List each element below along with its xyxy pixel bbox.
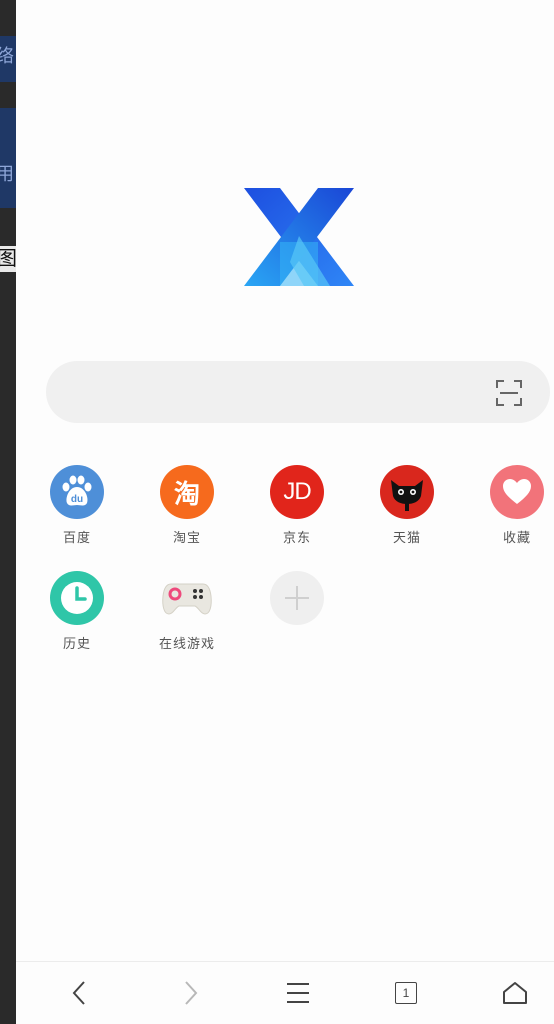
shortcut-taobao[interactable]: 淘 淘宝 [132,465,242,546]
tabs-button[interactable]: 1 [389,976,423,1010]
gamepad-icon [160,571,214,625]
background-app-strip: 络 用 图 [0,0,16,1024]
taobao-glyph: 淘 [173,479,200,510]
home-button[interactable] [498,976,532,1010]
shortcut-label: 淘宝 [172,530,201,545]
shortcut-jd[interactable]: JD 京东 [242,465,352,546]
shortcut-label: 天猫 [392,530,421,545]
chevron-left-icon [72,981,85,1005]
shortcut-label: 在线游戏 [158,636,215,651]
back-button[interactable] [62,976,96,1010]
jd-glyph: JD [283,478,311,505]
shortcut-label: 历史 [62,636,91,651]
shortcut-tmall[interactable]: 天猫 [352,465,462,546]
shortcut-history[interactable]: 历史 [22,571,132,652]
shortcut-baidu[interactable]: du 百度 [22,465,132,546]
plus-icon [270,571,324,625]
heart-icon [490,465,544,519]
tabs-count: 1 [402,986,410,1000]
background-fragment: 络 [0,36,16,82]
svg-text:du: du [71,494,83,505]
background-fragment: 用 [0,108,16,208]
tmall-icon [380,465,434,519]
chevron-right-icon [185,981,198,1005]
clock-icon [50,571,104,625]
taobao-icon: 淘 [160,465,214,519]
background-fragment: 图 [0,246,16,272]
browser-home-page: du 百度 淘 淘宝 JD 京东 天猫 收藏 历史 在线游戏 1 [16,0,554,1024]
tabs-icon: 1 [395,982,417,1004]
search-input[interactable] [70,361,474,425]
search-bar[interactable] [46,361,550,425]
jd-icon: JD [270,465,324,519]
bottom-nav-bar: 1 [16,961,554,1024]
home-icon [503,982,527,1004]
forward-button[interactable] [174,976,208,1010]
menu-button[interactable] [281,976,315,1010]
shortcut-label: 收藏 [502,530,531,545]
add-shortcut-button[interactable] [242,571,352,633]
browser-logo [244,188,354,286]
shortcut-label: 百度 [62,530,91,545]
shortcut-label: 京东 [282,530,311,545]
shortcut-online-games[interactable]: 在线游戏 [132,571,242,652]
scan-icon[interactable] [496,380,522,406]
baidu-icon: du [50,465,104,519]
menu-icon [287,983,309,1003]
shortcut-favorites[interactable]: 收藏 [462,465,554,546]
